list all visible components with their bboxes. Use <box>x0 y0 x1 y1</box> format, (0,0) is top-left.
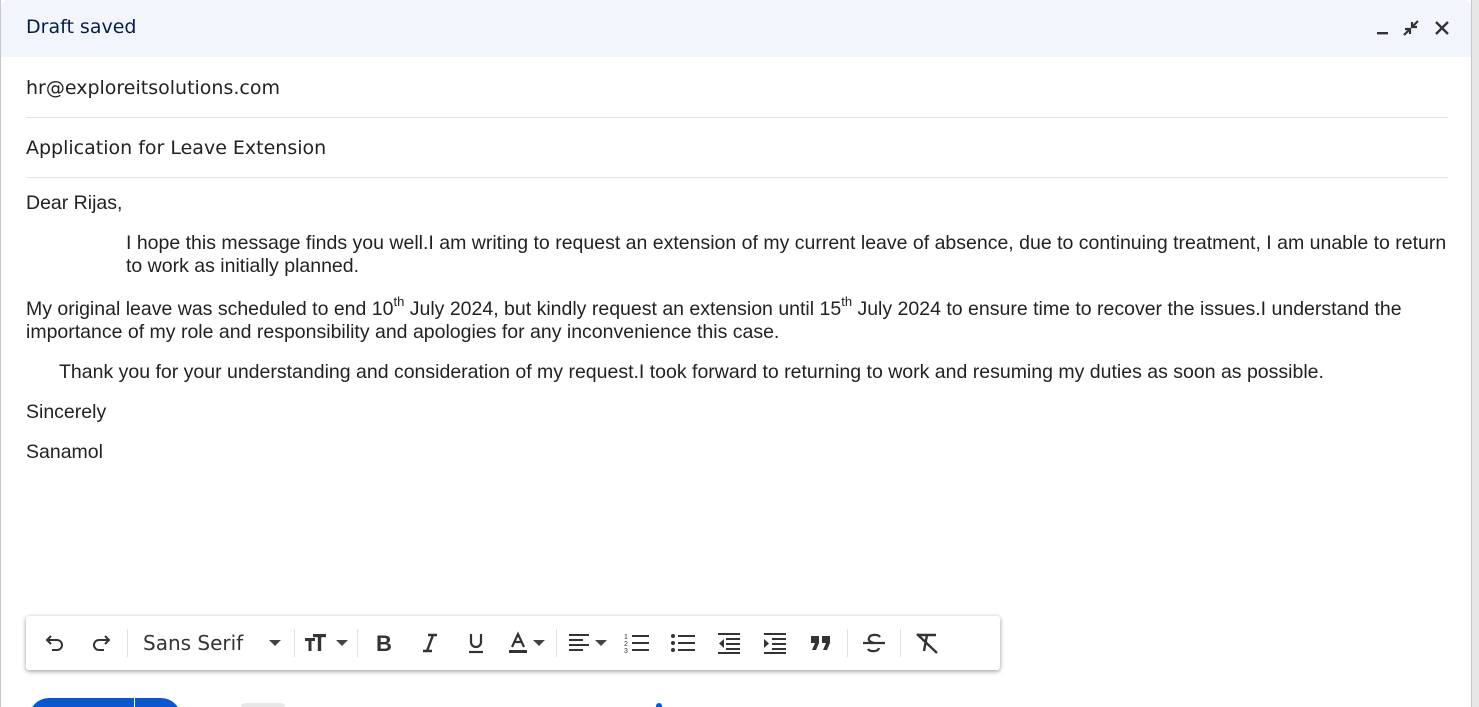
font-family-select[interactable]: Sans Serif <box>131 623 291 663</box>
compose-window: Draft saved hr@exploreitsolutions.com Ap… <box>0 0 1472 707</box>
exit-fullscreen-icon[interactable] <box>1400 17 1422 39</box>
chevron-down-icon <box>595 640 608 646</box>
toolbar-separator <box>900 629 902 657</box>
chevron-down-icon <box>533 640 546 646</box>
bulleted-list-icon[interactable] <box>660 623 706 663</box>
send-button[interactable] <box>29 698 181 707</box>
signature: Sanamol <box>26 441 103 463</box>
svg-text:1: 1 <box>624 634 628 641</box>
chevron-down-icon <box>336 640 349 646</box>
greeting: Dear Rijas, <box>26 192 123 214</box>
para2-part-a: My original leave was scheduled to end 1… <box>26 298 394 320</box>
close-icon[interactable] <box>1431 17 1453 39</box>
remove-formatting-icon[interactable] <box>904 623 950 663</box>
font-size-icon[interactable] <box>298 623 354 663</box>
minimize-icon[interactable] <box>1371 17 1393 39</box>
body-paragraph-2: My original leave was scheduled to end 1… <box>26 295 1448 344</box>
strikethrough-icon[interactable] <box>851 623 897 663</box>
toolbar-separator <box>847 629 849 657</box>
toolbar-separator <box>556 629 558 657</box>
send-options-divider <box>134 698 135 707</box>
ordinal-suffix: th <box>393 294 405 309</box>
message-body[interactable]: Dear Rijas, I hope this message finds yo… <box>26 192 1448 481</box>
undo-icon[interactable] <box>32 623 78 663</box>
recipient-address: hr@exploreitsolutions.com <box>26 76 280 99</box>
numbered-list-icon[interactable]: 123 <box>614 623 660 663</box>
body-paragraph-3: Thank you for your understanding and con… <box>59 361 1324 383</box>
underline-icon[interactable] <box>453 623 499 663</box>
svg-text:3: 3 <box>624 648 628 655</box>
insert-icon[interactable] <box>656 703 662 707</box>
quote-icon[interactable] <box>798 623 844 663</box>
formatting-toolbar: Sans Serif B 123 <box>26 616 1000 670</box>
indent-less-icon[interactable] <box>706 623 752 663</box>
ordinal-suffix: th <box>841 294 853 309</box>
draft-status-title: Draft saved <box>26 16 137 38</box>
subject-field[interactable]: Application for Leave Extension <box>26 118 1448 178</box>
chevron-down-icon <box>269 640 282 646</box>
font-family-value: Sans Serif <box>143 631 244 655</box>
indent-more-icon[interactable] <box>752 623 798 663</box>
body-paragraph-1: I hope this message finds you well.I am … <box>126 232 1447 277</box>
closing: Sincerely <box>26 401 107 423</box>
bold-icon[interactable]: B <box>361 623 407 663</box>
svg-text:2: 2 <box>624 641 628 648</box>
toolbar-separator <box>294 629 296 657</box>
italic-icon[interactable] <box>407 623 453 663</box>
text-color-icon[interactable] <box>499 623 553 663</box>
toolbar-separator <box>357 629 359 657</box>
recipients-field[interactable]: hr@exploreitsolutions.com <box>26 58 1448 118</box>
compose-header[interactable]: Draft saved <box>1 0 1471 57</box>
redo-icon[interactable] <box>78 623 124 663</box>
subject-text: Application for Leave Extension <box>26 136 327 159</box>
toolbar-separator <box>127 629 128 657</box>
page-scrollbar[interactable] <box>1472 0 1479 707</box>
align-icon[interactable] <box>560 623 614 663</box>
svg-text:B: B <box>376 631 392 655</box>
para2-part-b: July 2024, but kindly request an extensi… <box>404 298 842 320</box>
formatting-options-button[interactable] <box>241 703 285 707</box>
